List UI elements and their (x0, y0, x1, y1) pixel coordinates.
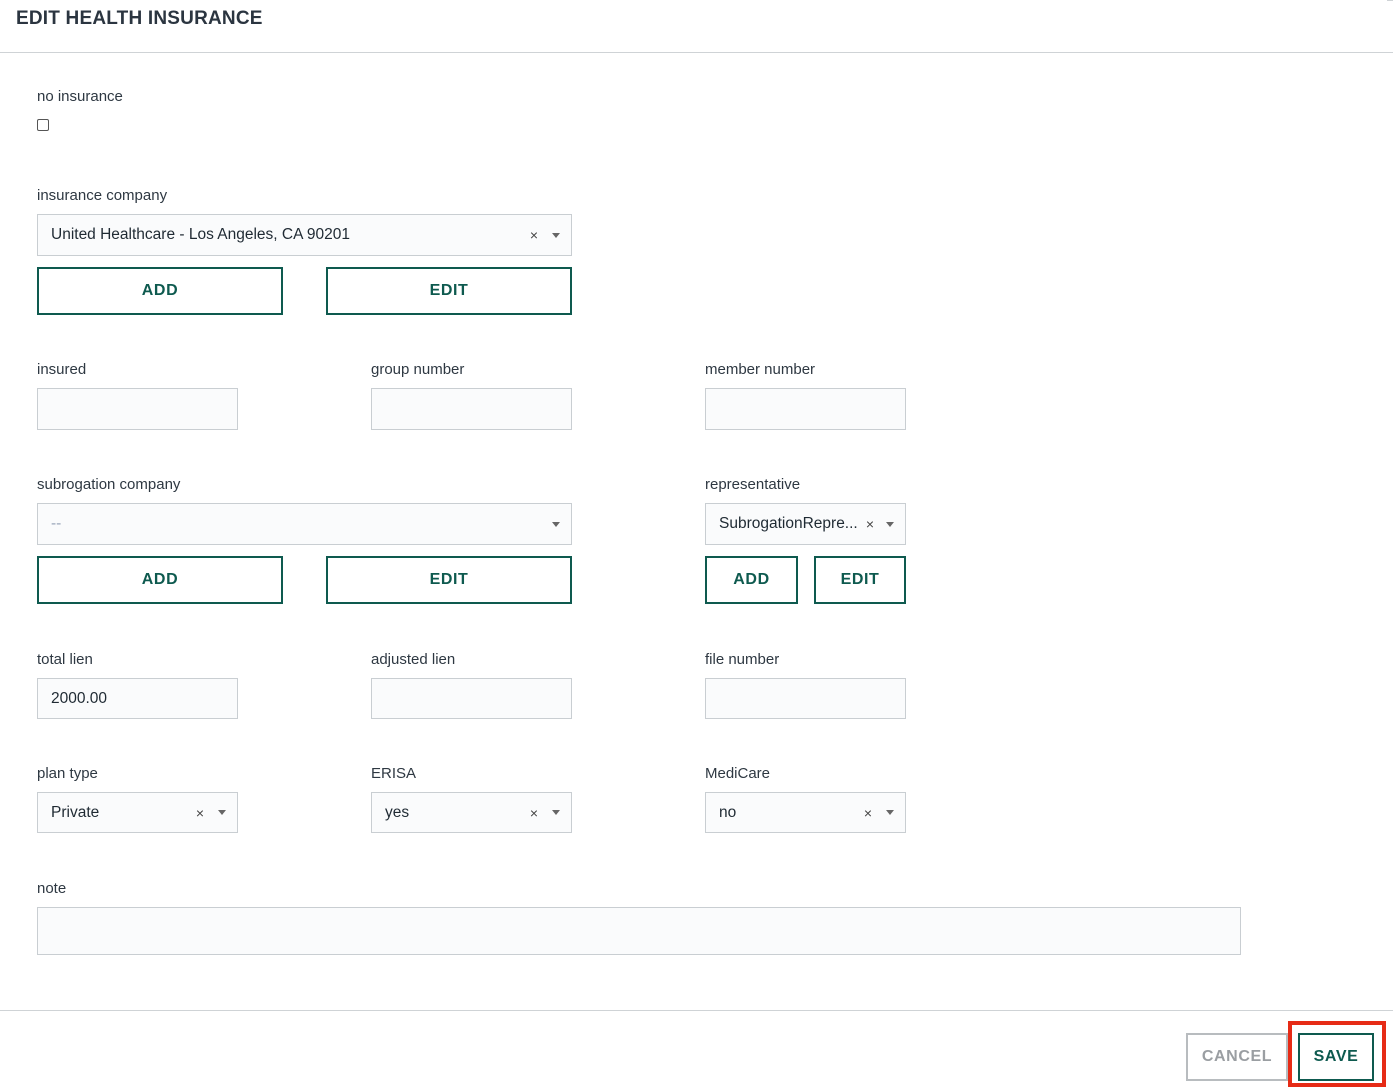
total-lien-value: 2000.00 (51, 689, 108, 707)
total-lien-label: total lien (37, 651, 93, 668)
dialog-title: EDIT HEALTH INSURANCE (16, 8, 263, 29)
edit-subrogation-company-button[interactable]: EDIT (326, 556, 572, 604)
edit-representative-button[interactable]: EDIT (814, 556, 906, 604)
erisa-select[interactable]: yes × (371, 792, 572, 833)
insurance-company-label: insurance company (37, 187, 168, 204)
clear-icon[interactable]: × (196, 805, 204, 821)
plan-type-value: Private (51, 803, 100, 821)
add-representative-button[interactable]: ADD (705, 556, 798, 604)
subrogation-company-placeholder: -- (51, 515, 62, 532)
medicare-select[interactable]: no × (705, 792, 906, 833)
group-number-input[interactable] (371, 388, 572, 430)
adjusted-lien-input[interactable] (371, 678, 572, 719)
add-subrogation-company-button[interactable]: ADD (37, 556, 283, 604)
chevron-down-icon[interactable] (552, 521, 560, 527)
subrogation-company-select[interactable]: -- (37, 503, 572, 545)
add-insurance-company-button[interactable]: ADD (37, 267, 283, 315)
clear-icon[interactable]: × (530, 805, 538, 821)
medicare-label: MediCare (705, 765, 771, 782)
save-button[interactable]: SAVE (1298, 1033, 1374, 1081)
member-number-label: member number (705, 361, 816, 378)
member-number-input[interactable] (705, 388, 906, 430)
chevron-down-icon[interactable] (886, 521, 894, 527)
chevron-down-icon[interactable] (886, 810, 894, 815)
chevron-down-icon[interactable] (218, 810, 226, 815)
adjusted-lien-label: adjusted lien (371, 651, 456, 668)
chevron-down-icon[interactable] (552, 810, 560, 815)
erisa-value: yes (385, 803, 410, 821)
chevron-down-icon[interactable] (552, 232, 560, 238)
plan-type-select[interactable]: Private × (37, 792, 238, 833)
total-lien-input[interactable]: 2000.00 (37, 678, 238, 719)
insured-label: insured (37, 361, 87, 378)
representative-label: representative (705, 476, 801, 493)
file-number-input[interactable] (705, 678, 906, 719)
note-textarea[interactable] (37, 907, 1241, 955)
dialog-header: EDIT HEALTH INSURANCE (0, 0, 1393, 53)
no-insurance-checkbox[interactable] (37, 119, 49, 131)
footer-divider (0, 1010, 1393, 1011)
subrogation-company-label: subrogation company (37, 476, 181, 493)
insurance-company-select[interactable]: United Healthcare - Los Angeles, CA 9020… (37, 214, 572, 256)
file-number-label: file number (705, 651, 780, 668)
plan-type-label: plan type (37, 765, 98, 782)
edit-insurance-company-button[interactable]: EDIT (326, 267, 572, 315)
cancel-button[interactable]: CANCEL (1186, 1033, 1288, 1081)
erisa-label: ERISA (371, 765, 417, 782)
representative-value: SubrogationRepre... (719, 515, 858, 532)
clear-icon[interactable]: × (866, 516, 874, 532)
clear-icon[interactable]: × (864, 805, 872, 821)
medicare-value: no (719, 803, 737, 821)
insured-input[interactable] (37, 388, 238, 430)
note-label: note (37, 880, 67, 897)
no-insurance-label: no insurance (37, 88, 123, 105)
clear-icon[interactable]: × (530, 227, 538, 243)
header-corner-divider (1387, 0, 1393, 4)
group-number-label: group number (371, 361, 465, 378)
representative-select[interactable]: SubrogationRepre... × (705, 503, 906, 545)
insurance-company-value: United Healthcare - Los Angeles, CA 9020… (51, 226, 350, 243)
